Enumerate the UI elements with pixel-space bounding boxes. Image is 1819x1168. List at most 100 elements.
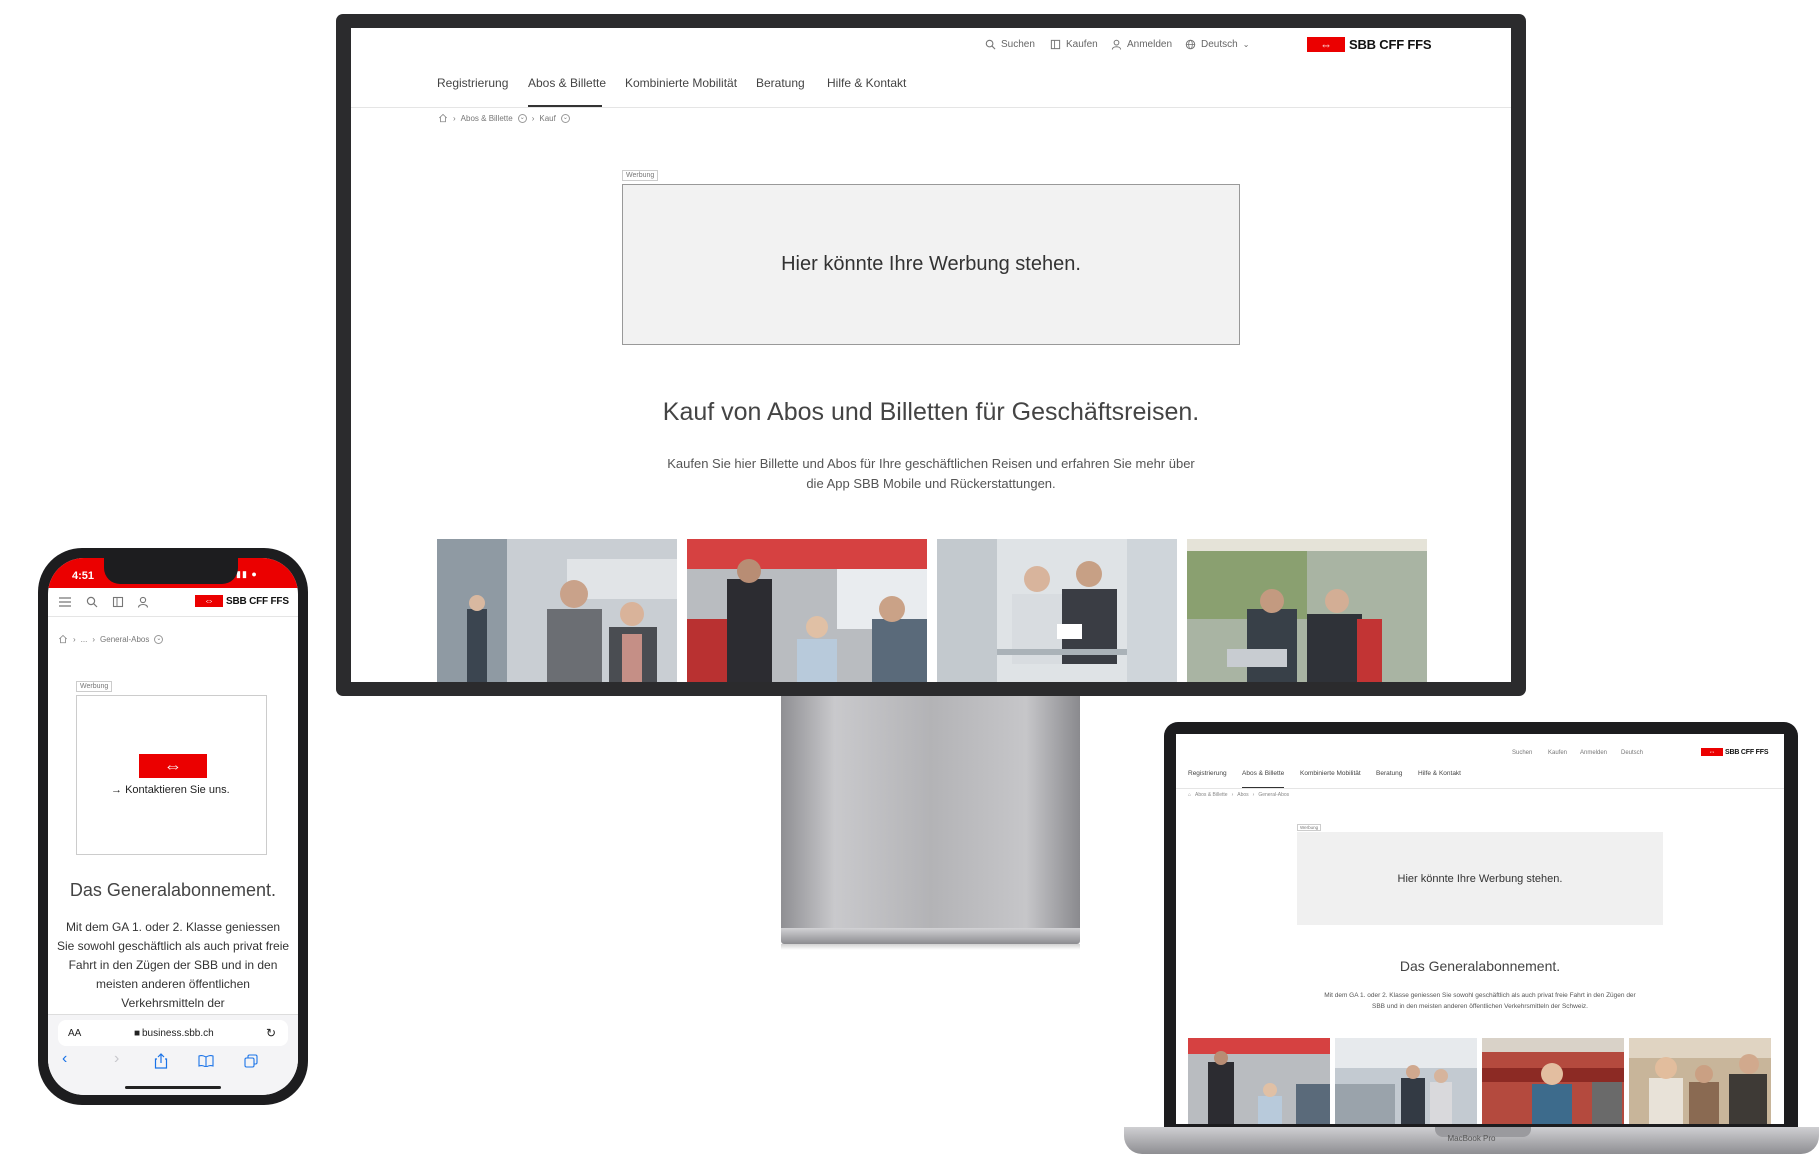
search-icon — [985, 39, 996, 50]
bookmarks-icon[interactable] — [198, 1055, 214, 1067]
breadcrumb-separator: › — [92, 634, 96, 644]
chevron-circle-icon: ⌄ — [154, 634, 164, 644]
breadcrumb-separator: › — [1231, 792, 1234, 798]
search-icon[interactable] — [86, 596, 98, 608]
sbb-logo[interactable]: ⇔ SBB CFF FFS — [195, 595, 289, 607]
laptop-buy-link[interactable]: Kaufen — [1548, 750, 1567, 756]
phone-screen: 4:51 ▮▮ ● ⇔ SBB CFF FFS › ... › General-… — [48, 558, 298, 1095]
tabs-icon[interactable] — [244, 1054, 258, 1068]
reader-aa-button[interactable]: AA — [68, 1028, 81, 1039]
monitor-stand-shadow — [781, 944, 1080, 950]
user-icon[interactable] — [137, 596, 149, 608]
breadcrumb-separator: › — [531, 113, 535, 123]
nav-kombinierte-mobilitaet[interactable]: Kombinierte Mobilität — [625, 76, 737, 90]
teaser-image-station[interactable] — [437, 539, 677, 682]
page-title: Das Generalabonnement. — [1399, 958, 1561, 974]
chevron-circle-icon: ⌄ — [517, 113, 527, 123]
breadcrumb-item-general-abos[interactable]: General-Abos — [1258, 792, 1289, 798]
laptop-search-link[interactable]: Suchen — [1512, 750, 1532, 756]
teaser-image-young-traveler[interactable] — [1482, 1038, 1624, 1124]
breadcrumb-separator: › — [73, 634, 76, 644]
breadcrumb-item-abos[interactable]: Abos — [1237, 792, 1248, 798]
chevron-circle-icon: ⌄ — [560, 113, 570, 123]
sbb-logo-icon: ⇔ — [195, 595, 223, 607]
address-bar[interactable]: AA ■ business.sbb.ch ↻ — [58, 1020, 288, 1046]
page-title: Das Generalabonnement. — [69, 880, 277, 900]
nav-divider — [351, 107, 1511, 108]
laptop-language-select[interactable]: Deutsch — [1621, 750, 1643, 756]
chevron-down-icon: ⌄ — [1242, 40, 1250, 49]
teaser-image-office[interactable] — [937, 539, 1177, 682]
forward-icon[interactable]: › — [114, 1050, 119, 1068]
monitor-stand-foot — [781, 928, 1080, 944]
menu-icon[interactable] — [58, 596, 72, 608]
teaser-image-laptop-train[interactable] — [1187, 539, 1427, 682]
breadcrumb: › ... › General-Abos ⌄ — [58, 634, 164, 644]
desktop-login-label: Anmelden — [1127, 39, 1173, 50]
desktop-login-link[interactable]: Anmelden — [1111, 39, 1172, 50]
arrow-right-icon: → — [111, 784, 122, 796]
ad-banner[interactable]: Hier könnte Ihre Werbung stehen. — [1297, 832, 1663, 925]
nav-kombinierte-mobilitaet[interactable]: Kombinierte Mobilität — [1300, 770, 1361, 777]
header-divider — [48, 616, 298, 617]
globe-icon — [1185, 39, 1196, 50]
sbb-logo[interactable]: ⇔ SBB CFF FFS — [1701, 748, 1768, 756]
nav-registrierung[interactable]: Registrierung — [1188, 770, 1227, 777]
sbb-logo-icon: ⇔ — [1701, 748, 1723, 756]
laptop-model-label: MacBook Pro — [1447, 1134, 1496, 1143]
laptop-screen: Suchen Kaufen Anmelden Deutsch ⇔ SBB CFF… — [1176, 734, 1784, 1124]
lock-icon: ■ — [134, 1028, 141, 1039]
ad-text: Hier könnte Ihre Werbung stehen. — [781, 253, 1081, 275]
status-time: 4:51 — [72, 570, 95, 582]
page-lead: Kaufen Sie hier Billette und Abos für Ih… — [667, 456, 1195, 491]
desktop-language-label: Deutsch — [1201, 39, 1238, 50]
nav-abos-billette[interactable]: Abos & Billette — [528, 76, 606, 90]
breadcrumb-ellipsis[interactable]: ... — [81, 635, 88, 644]
ad-label: Werbung — [622, 170, 659, 181]
reload-icon[interactable]: ↻ — [266, 1026, 276, 1040]
ad-banner[interactable]: ⇔ → Kontaktieren Sie uns. — [76, 695, 267, 855]
nav-hilfe-kontakt[interactable]: Hilfe & Kontakt — [827, 76, 906, 90]
breadcrumb-item-abos-billette[interactable]: Abos & Billette — [1195, 792, 1228, 798]
desktop-language-select[interactable]: Deutsch ⌄ — [1185, 39, 1249, 50]
desktop-search-link[interactable]: Suchen — [985, 39, 1035, 50]
ad-banner[interactable]: Hier könnte Ihre Werbung stehen. — [622, 184, 1240, 345]
back-icon[interactable]: ‹ — [62, 1050, 67, 1068]
nav-hilfe-kontakt[interactable]: Hilfe & Kontakt — [1418, 770, 1461, 777]
breadcrumb-item-abos-billette[interactable]: Abos & Billette — [461, 114, 513, 123]
breadcrumb-item-kauf[interactable]: Kauf — [539, 114, 555, 123]
teaser-image-friends[interactable] — [1629, 1038, 1771, 1124]
status-icons: ▮▮ ● — [236, 569, 258, 579]
laptop-login-link[interactable]: Anmelden — [1580, 750, 1607, 756]
ticket-icon — [1050, 39, 1061, 50]
sbb-logo[interactable]: ⇔ SBB CFF FFS — [1307, 37, 1431, 52]
breadcrumb: ⌂ Abos & Billette › Abos › General-Abos — [1188, 792, 1289, 798]
teaser-image-train-interior[interactable] — [1188, 1038, 1330, 1124]
home-icon[interactable] — [58, 634, 68, 644]
teaser-image-platform[interactable] — [1335, 1038, 1477, 1124]
monitor-stand — [781, 696, 1080, 928]
nav-beratung[interactable]: Beratung — [756, 76, 805, 90]
ticket-icon[interactable] — [112, 596, 124, 608]
breadcrumb-item-general-abos[interactable]: General-Abos — [100, 635, 149, 644]
sbb-logo-text: SBB CFF FFS — [1349, 37, 1432, 52]
desktop-buy-link[interactable]: Kaufen — [1050, 39, 1098, 50]
desktop-buy-label: Kaufen — [1066, 39, 1098, 50]
home-icon[interactable]: ⌂ — [1188, 792, 1191, 798]
ad-label: Werbung — [76, 681, 113, 692]
nav-registrierung[interactable]: Registrierung — [437, 76, 508, 90]
page-lead: Mit dem GA 1. oder 2. Klasse geniessen S… — [1324, 992, 1636, 1010]
nav-beratung[interactable]: Beratung — [1376, 770, 1402, 777]
contact-link-label: Kontaktieren Sie uns. — [125, 784, 230, 796]
contact-link[interactable]: → Kontaktieren Sie uns. — [111, 784, 230, 796]
sbb-logo-icon: ⇔ — [139, 754, 207, 778]
page-title: Kauf von Abos und Billetten für Geschäft… — [662, 398, 1200, 426]
home-icon[interactable] — [438, 113, 448, 123]
ad-label: Werbung — [1297, 824, 1322, 831]
nav-divider — [1176, 788, 1784, 789]
nav-abos-billette[interactable]: Abos & Billette — [1242, 770, 1284, 777]
desktop-search-label: Suchen — [1001, 39, 1035, 50]
share-icon[interactable] — [154, 1053, 168, 1069]
teaser-image-train-interior[interactable] — [687, 539, 927, 682]
address-url: business.sbb.ch — [142, 1028, 214, 1039]
